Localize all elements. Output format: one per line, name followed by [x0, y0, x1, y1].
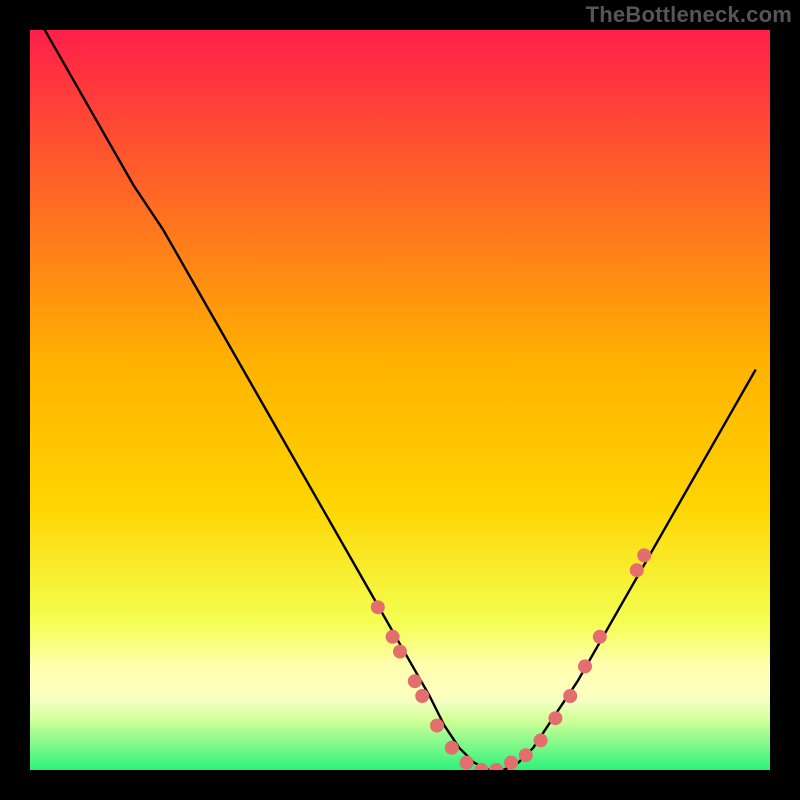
- data-marker: [548, 711, 562, 725]
- data-marker: [430, 719, 444, 733]
- data-marker: [408, 674, 422, 688]
- data-marker: [460, 756, 474, 770]
- data-marker: [578, 659, 592, 673]
- data-marker: [393, 645, 407, 659]
- data-marker: [445, 741, 459, 755]
- watermark-label: TheBottleneck.com: [586, 2, 792, 28]
- data-marker: [415, 689, 429, 703]
- chart-svg: [30, 30, 770, 770]
- chart-plot-area: [30, 30, 770, 770]
- data-marker: [630, 563, 644, 577]
- data-marker: [519, 748, 533, 762]
- data-marker: [371, 600, 385, 614]
- data-marker: [386, 630, 400, 644]
- data-marker: [637, 548, 651, 562]
- data-marker: [563, 689, 577, 703]
- data-marker: [593, 630, 607, 644]
- data-marker: [504, 756, 518, 770]
- data-marker: [534, 733, 548, 747]
- chart-frame: TheBottleneck.com: [0, 0, 800, 800]
